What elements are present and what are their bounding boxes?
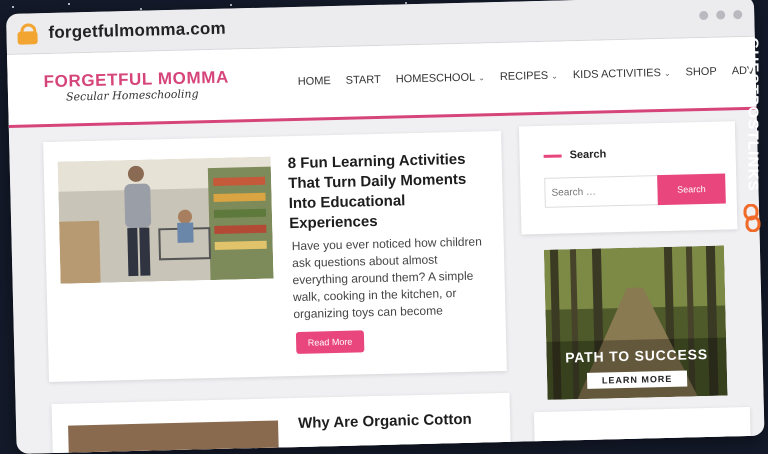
nav-item-start[interactable]: START [346, 74, 381, 87]
nav-item-kids-activities[interactable]: KIDS ACTIVITIES ⌄ [573, 67, 671, 81]
main-nav: HOME START HOMESCHOOL ⌄ RECIPES ⌄ KIDS ACT… [298, 64, 765, 88]
chevron-down-icon: ⌄ [478, 72, 486, 82]
post-image[interactable] [57, 156, 274, 284]
learn-more-button[interactable]: LEARN MORE [586, 370, 688, 389]
window-dot-icon[interactable] [733, 10, 743, 20]
nav-item-label: HOME [297, 75, 331, 88]
nav-item-homeschool[interactable]: HOMESCHOOL ⌄ [395, 71, 486, 86]
widget-title-label: Search [569, 148, 607, 162]
search-button[interactable]: Search [657, 173, 726, 206]
nav-item-label: HOMESCHOOL [395, 71, 476, 86]
post-excerpt: Have you ever noticed how children ask q… [291, 234, 482, 322]
nav-item-recipes[interactable]: RECIPES ⌄ [500, 70, 558, 83]
lock-icon [16, 22, 39, 45]
chain-link-icon [743, 204, 761, 232]
nav-item-shop[interactable]: SHOP [685, 66, 716, 79]
url-text: forgetfulmomma.com [48, 18, 227, 42]
nav-item-label: KIDS ACTIVITIES [572, 67, 662, 82]
nav-item-home[interactable]: HOME [298, 75, 331, 88]
read-more-button[interactable]: Read More [295, 330, 365, 355]
post-title[interactable]: 8 Fun Learning Activities That Turn Dail… [288, 149, 490, 234]
nav-item-label: RECIPES [499, 69, 549, 83]
watermark-text: GUESTPOSTLINKS [744, 37, 762, 192]
site-logo[interactable]: FORGETFUL MOMMA Secular Homeschooling [43, 68, 229, 105]
search-input[interactable] [544, 175, 659, 208]
post-card: Why Are Organic Cotton [51, 392, 511, 454]
chevron-down-icon: ⌄ [551, 71, 558, 81]
chevron-down-icon: ⌄ [663, 68, 671, 78]
nav-item-label: SHOP [685, 65, 717, 79]
window-dot-icon[interactable] [699, 10, 709, 21]
window-dot-icon[interactable] [716, 10, 726, 20]
widget-title: Search [543, 148, 606, 162]
accent-bar [543, 153, 562, 158]
nav-item-label: START [345, 73, 381, 87]
ad-banner[interactable]: PATH TO SUCCESS LEARN MORE [543, 245, 728, 400]
search-widget: Search Search [518, 121, 738, 235]
watermark: GUESTPOSTLINKS [738, 36, 768, 236]
sidebar-widget [533, 406, 751, 453]
webpage: FORGETFUL MOMMA Secular Homeschooling HO… [7, 36, 765, 454]
window-controls [699, 10, 743, 21]
post-card: 8 Fun Learning Activities That Turn Dail… [43, 130, 507, 383]
logo-subtitle: Secular Homeschooling [65, 87, 199, 104]
post-image[interactable] [68, 420, 279, 454]
browser-window: forgetfulmomma.com FORGETFUL MOMMA Secul… [6, 0, 765, 454]
